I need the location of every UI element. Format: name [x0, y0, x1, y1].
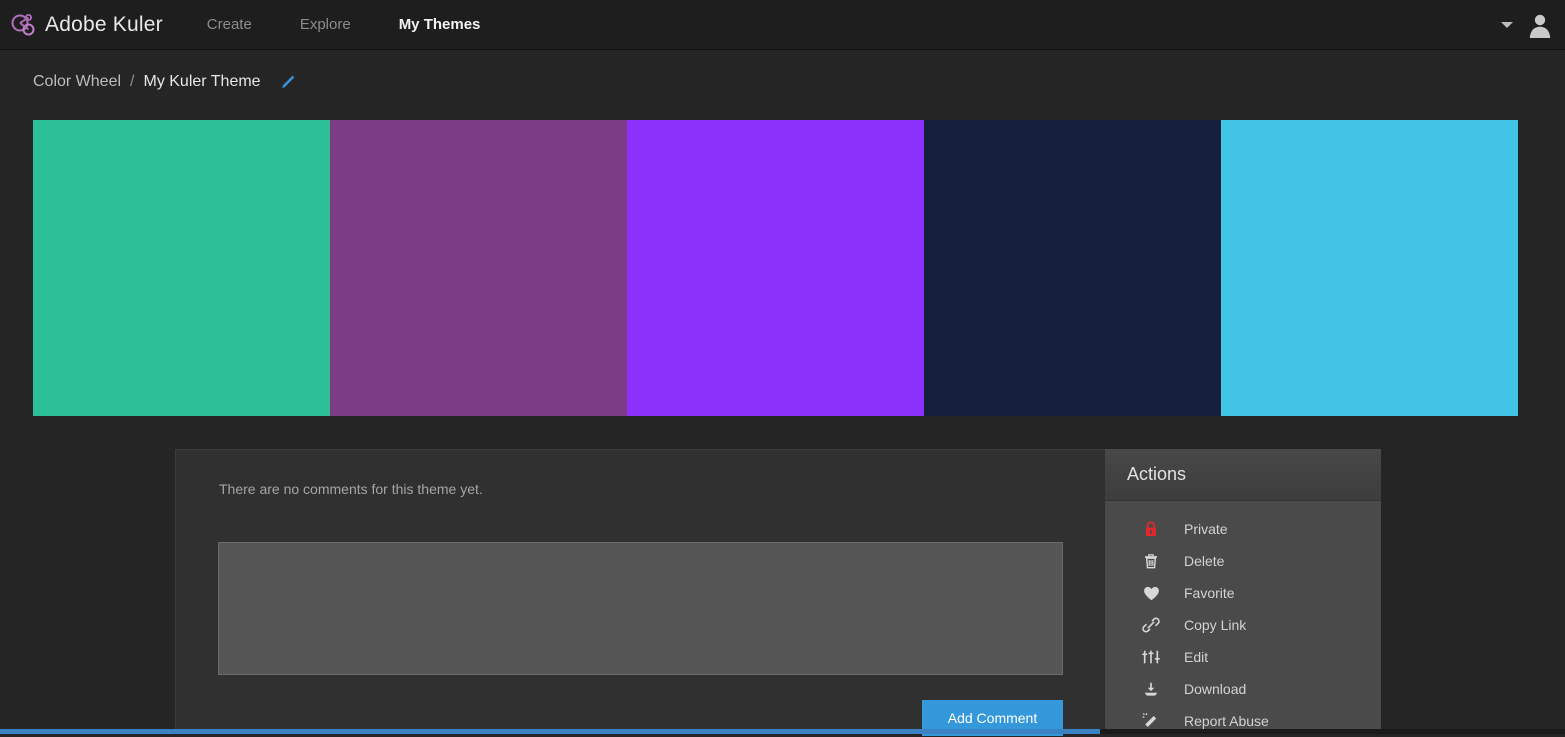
- nav-link-create[interactable]: Create: [207, 12, 252, 37]
- actions-panel-header: Actions: [1105, 449, 1381, 501]
- color-swatch-4[interactable]: [924, 120, 1221, 416]
- sliders-icon: [1140, 646, 1162, 668]
- heart-icon: [1140, 582, 1162, 604]
- action-label-favorite: Favorite: [1184, 585, 1235, 601]
- action-item-private[interactable]: Private: [1105, 513, 1381, 545]
- action-item-copy-link[interactable]: Copy Link: [1105, 609, 1381, 641]
- action-item-delete[interactable]: Delete: [1105, 545, 1381, 577]
- breadcrumb-current-item: My Kuler Theme: [143, 73, 260, 91]
- action-label-report-abuse: Report Abuse: [1184, 713, 1269, 729]
- nav-link-explore[interactable]: Explore: [300, 12, 351, 37]
- breadcrumb-separator: /: [130, 73, 134, 91]
- horizontal-scrollbar[interactable]: [0, 729, 1565, 734]
- trash-icon: [1140, 550, 1162, 572]
- action-label-private: Private: [1184, 521, 1228, 537]
- brand-logo-group[interactable]: Adobe Kuler: [10, 12, 163, 38]
- link-icon: [1140, 614, 1162, 636]
- no-comments-message: There are no comments for this theme yet…: [219, 481, 483, 497]
- top-navigation-bar: Adobe Kuler Create Explore My Themes: [0, 0, 1565, 50]
- theme-color-swatches: [33, 120, 1518, 416]
- actions-panel: Actions Private: [1105, 449, 1381, 734]
- action-item-download[interactable]: Download: [1105, 673, 1381, 705]
- lock-icon: [1140, 518, 1162, 540]
- action-item-favorite[interactable]: Favorite: [1105, 577, 1381, 609]
- breadcrumb: Color Wheel / My Kuler Theme: [33, 50, 296, 114]
- kuler-logo-icon: [10, 12, 36, 38]
- comments-panel: There are no comments for this theme yet…: [175, 449, 1105, 734]
- action-label-copy-link: Copy Link: [1184, 617, 1246, 633]
- download-icon: [1140, 678, 1162, 700]
- nav-link-my-themes[interactable]: My Themes: [399, 12, 481, 37]
- action-label-edit: Edit: [1184, 649, 1208, 665]
- comment-input[interactable]: [218, 542, 1063, 675]
- color-swatch-1[interactable]: [33, 120, 330, 416]
- scrollbar-thumb[interactable]: [0, 729, 1100, 734]
- actions-list: Private Delete Favorite: [1105, 501, 1381, 737]
- breadcrumb-parent-link[interactable]: Color Wheel: [33, 73, 121, 91]
- chevron-down-icon[interactable]: [1501, 22, 1513, 28]
- primary-nav-links: Create Explore My Themes: [207, 12, 529, 37]
- action-item-edit[interactable]: Edit: [1105, 641, 1381, 673]
- action-label-delete: Delete: [1184, 553, 1224, 569]
- color-swatch-2[interactable]: [330, 120, 627, 416]
- brand-name-label: Adobe Kuler: [45, 13, 163, 37]
- actions-panel-title: Actions: [1127, 464, 1186, 485]
- pencil-icon[interactable]: [279, 74, 296, 91]
- account-menu-group[interactable]: [1501, 0, 1553, 50]
- color-swatch-5[interactable]: [1221, 120, 1518, 416]
- action-label-download: Download: [1184, 681, 1246, 697]
- color-swatch-3[interactable]: [627, 120, 924, 416]
- user-avatar-icon[interactable]: [1527, 12, 1553, 38]
